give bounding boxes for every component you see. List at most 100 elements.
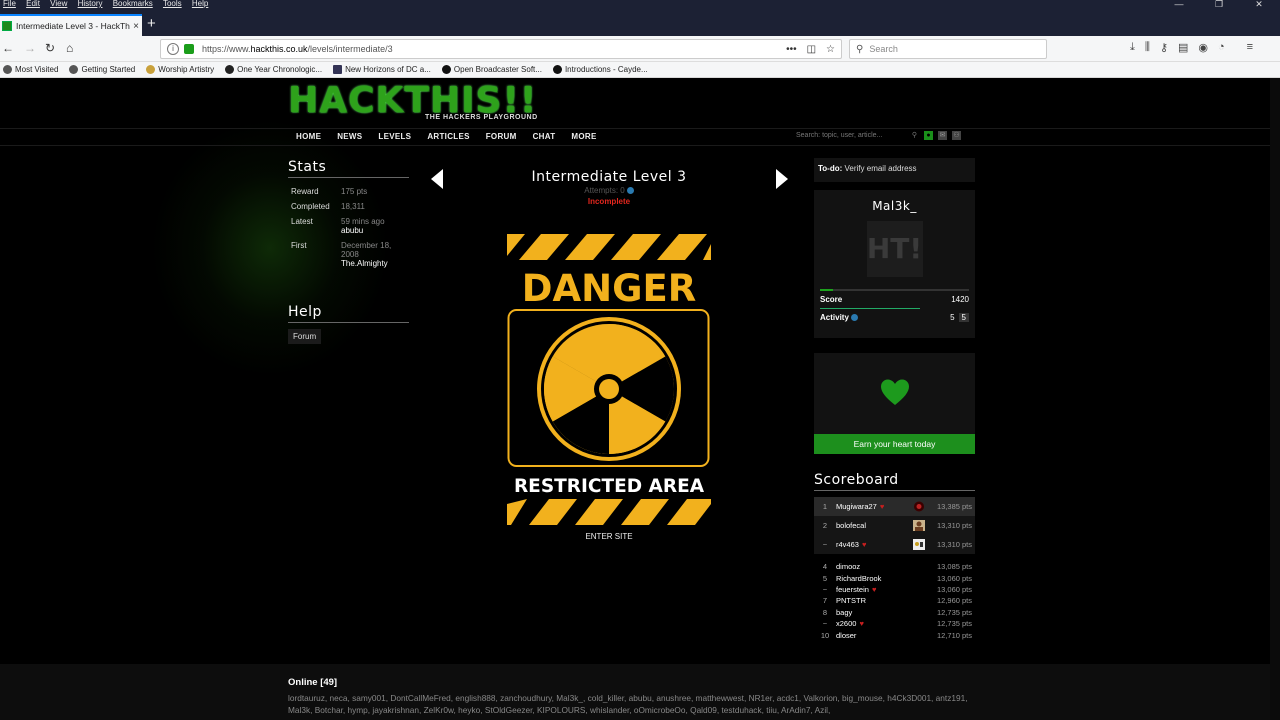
todo-text[interactable]: Verify email address (845, 164, 917, 173)
avatar[interactable]: HT! (866, 221, 923, 277)
url-bar[interactable]: i https://www.hackthis.co.uk/levels/inte… (160, 39, 842, 59)
bookmark-new-horizons[interactable]: New Horizons of DC a... (333, 65, 431, 74)
bookmark-favicon-icon (146, 65, 156, 74)
page-actions-icon[interactable]: ••• (786, 44, 797, 55)
reload-icon[interactable]: ↻ (45, 41, 55, 55)
scoreboard-username[interactable]: bagy (836, 608, 852, 617)
enter-site-link[interactable]: ENTER SITE (470, 532, 748, 541)
back-icon[interactable]: ← (2, 41, 14, 55)
scoreboard-username[interactable]: bolofecal (836, 521, 866, 530)
tab-strip: Intermediate Level 3 - HackThis!! × + (0, 12, 1280, 36)
home-icon[interactable]: ⌂ (66, 41, 73, 55)
search-input[interactable]: ⚲ Search (849, 39, 1047, 59)
scoreboard-username[interactable]: dimooz (836, 562, 860, 571)
nav-chat[interactable]: CHAT (533, 132, 556, 141)
level-title: Intermediate Level 3 (531, 169, 687, 185)
site-search-icon[interactable]: ⚲ (910, 131, 919, 140)
scoreboard-username[interactable]: dloser (836, 631, 856, 640)
nav-articles[interactable]: ARTICLES (427, 132, 469, 141)
todo-box: To-do: Verify email address (814, 158, 975, 182)
scoreboard-username[interactable]: RichardBrook (836, 574, 881, 583)
menu-history[interactable]: History (78, 0, 103, 8)
stats-title: Stats (288, 159, 409, 178)
scoreboard-username[interactable]: feuerstein (836, 585, 869, 594)
menu-view[interactable]: View (50, 0, 67, 8)
nav-levels[interactable]: LEVELS (378, 132, 411, 141)
stats-first-label: First (291, 241, 307, 250)
menu-bookmarks[interactable]: Bookmarks (113, 0, 153, 8)
hamburger-menu-icon[interactable]: ≡ (1247, 41, 1253, 54)
info-icon[interactable] (850, 314, 858, 322)
nav-more[interactable]: MORE (571, 132, 596, 141)
nav-news[interactable]: NEWS (337, 132, 362, 141)
new-tab-icon[interactable]: + (147, 16, 156, 32)
scoreboard-row[interactable]: 2 bolofecal 13,310 pts (814, 516, 975, 535)
download-icon[interactable]: ⤓ (1130, 41, 1135, 54)
notifications-icon[interactable]: ● (924, 131, 933, 140)
scoreboard-row[interactable]: ~ x2600 ♥ 12,735 pts (814, 618, 975, 629)
stats-first-user[interactable]: The.Almighty (341, 259, 409, 268)
restore-icon[interactable]: ❐ (1203, 0, 1235, 12)
heart-icon: ♥ (871, 584, 877, 594)
earn-heart-button[interactable]: Earn your heart today (814, 434, 975, 454)
forum-button[interactable]: Forum (288, 329, 322, 344)
scoreboard-row[interactable]: 4 dimooz 13,085 pts (814, 561, 975, 572)
bookmark-most-visited[interactable]: Most Visited (3, 65, 58, 74)
scrollbar[interactable] (1270, 78, 1280, 720)
score-row: Score 1420 (814, 291, 975, 304)
scoreboard-row[interactable]: 1 Mugiwara27 ♥ 13,385 pts (814, 497, 975, 516)
scoreboard-username[interactable]: x2600 (836, 619, 856, 628)
scoreboard-username[interactable]: Mugiwara27 (836, 502, 877, 511)
sidebar-icon[interactable]: ▤ (1178, 41, 1188, 54)
restricted-area-text: RESTRICTED AREA (514, 476, 705, 497)
user-icon[interactable]: ⚇ (952, 131, 961, 140)
vpn-icon[interactable]: ◉ (1198, 41, 1208, 54)
menu-file[interactable]: File (3, 0, 16, 8)
scoreboard-row[interactable]: 8 bagy 12,735 pts (814, 607, 975, 618)
mail-icon[interactable]: ✉ (938, 131, 947, 140)
library-icon[interactable]: ⫼ (1145, 41, 1150, 54)
stats-latest-user[interactable]: abubu (341, 226, 409, 235)
bookmark-getting-started[interactable]: Getting Started (69, 65, 135, 74)
info-icon[interactable] (626, 187, 634, 195)
menu-tools[interactable]: Tools (163, 0, 182, 8)
site-nav: HOME NEWS LEVELS ARTICLES FORUM CHAT MOR… (296, 132, 613, 141)
search-icon: ⚲ (856, 43, 864, 55)
score-value: 1420 (951, 295, 969, 304)
stats-reward-value: 175 pts (341, 187, 368, 196)
forward-icon[interactable]: → (24, 41, 36, 55)
scoreboard-row[interactable]: 5 RichardBrook 13,060 pts (814, 572, 975, 583)
site-tagline: THE HACKERS PLAYGROUND (425, 114, 538, 121)
site-logo[interactable]: HACKTHIS!! (288, 83, 537, 119)
key-icon[interactable]: ⚷ (1160, 41, 1168, 54)
bookmark-obs[interactable]: Open Broadcaster Soft... (441, 65, 542, 74)
close-window-icon[interactable]: ✕ (1243, 0, 1275, 12)
bookmark-worship-artistry[interactable]: Worship Artistry (146, 65, 214, 74)
minimize-icon[interactable]: — (1163, 0, 1195, 12)
profile-username[interactable]: Mal3k_ (814, 199, 975, 213)
pocket-icon[interactable]: ◫ (807, 44, 816, 55)
site-search-input[interactable]: Search: topic, user, article... (796, 132, 882, 139)
scoreboard-row[interactable]: ~ r4v463 ♥ 13,310 pts (814, 535, 975, 554)
site-info-icon[interactable]: i (167, 43, 179, 55)
scoreboard-username[interactable]: PNTSTR (836, 596, 866, 605)
scoreboard-username[interactable]: r4v463 (836, 540, 859, 549)
bookmark-star-icon[interactable]: ☆ (826, 44, 835, 55)
scoreboard-row[interactable]: 7 PNTSTR 12,960 pts (814, 595, 975, 606)
help-panel: Help Forum (288, 304, 409, 344)
menu-help[interactable]: Help (192, 0, 208, 8)
menu-bar: File Edit View History Bookmarks Tools H… (0, 0, 1280, 12)
extension-icon[interactable]: ◔ (1218, 41, 1225, 54)
bookmark-introductions[interactable]: Introductions - Cayde... (552, 65, 648, 74)
scoreboard-row[interactable]: 10 dloser 12,710 pts (814, 629, 975, 640)
next-level-arrow-icon[interactable] (776, 169, 788, 189)
gear-icon (3, 65, 12, 74)
tab-hackthis[interactable]: Intermediate Level 3 - HackThis!! × (0, 14, 142, 36)
scoreboard-row[interactable]: ~ feuerstein ♥ 13,060 pts (814, 584, 975, 595)
bookmark-one-year[interactable]: One Year Chronologic... (225, 65, 322, 74)
tab-close-icon[interactable]: × (130, 21, 142, 32)
previous-level-arrow-icon[interactable] (431, 169, 443, 189)
menu-edit[interactable]: Edit (26, 0, 40, 8)
nav-home[interactable]: HOME (296, 132, 321, 141)
nav-forum[interactable]: FORUM (486, 132, 517, 141)
